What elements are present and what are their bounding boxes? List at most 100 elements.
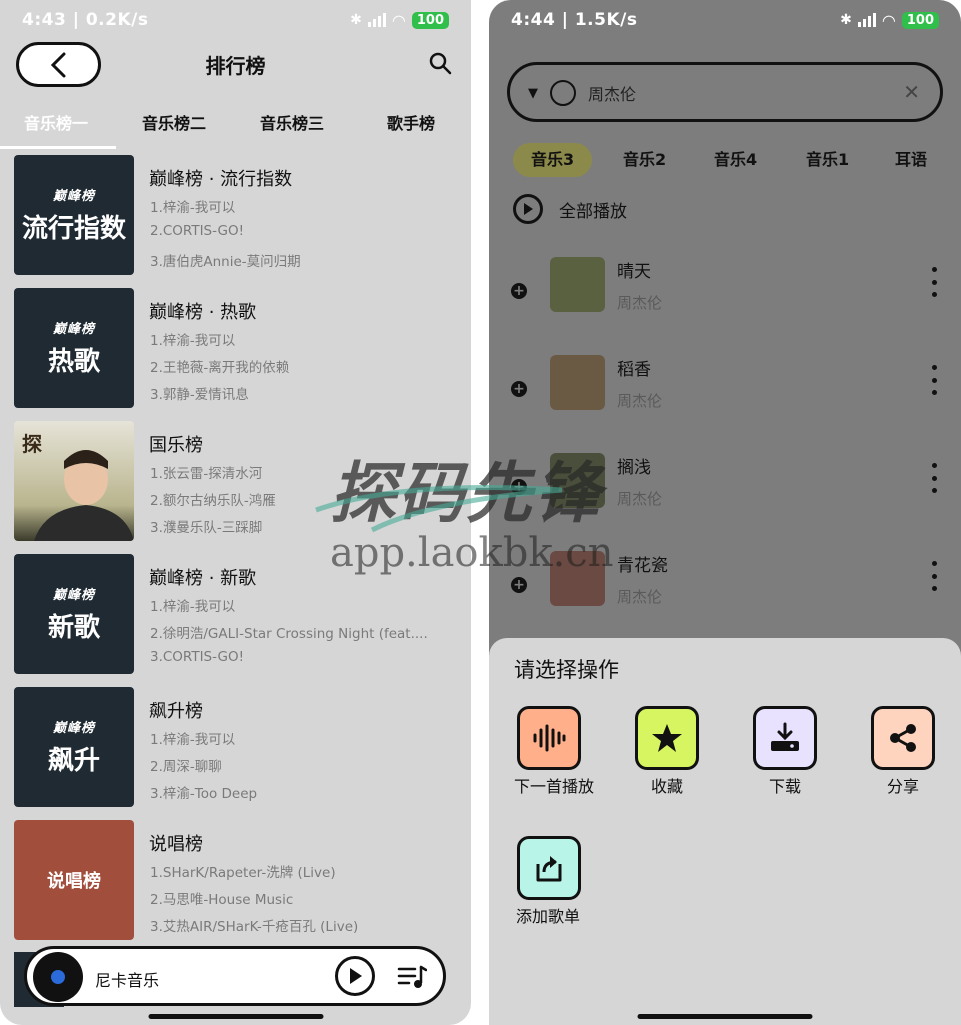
song-title: 稻香 [617,360,651,380]
play-all-button[interactable]: 全部播放 [513,194,627,224]
rank-title: 巅峰榜 · 新歌 [149,568,257,589]
bluetooth-icon: ✱ [350,12,362,28]
waveform-icon [517,706,581,770]
download-icon [753,706,817,770]
rank-song: 1.梓渝-我可以 [150,732,236,748]
tab-chart-1[interactable]: 音乐榜一 [24,110,88,134]
rank-item[interactable]: 巅峰榜 新歌 巅峰榜 · 新歌 1.梓渝-我可以 2.徐明浩/GALI-Star… [14,554,457,676]
op-label: 下载 [769,777,802,796]
song-artist: 周杰伦 [617,490,663,508]
play-circle-icon [513,194,543,224]
star-icon [635,706,699,770]
more-icon[interactable] [931,561,937,591]
play-button[interactable] [335,956,375,996]
tab-source-1[interactable]: 音乐1 [806,143,849,177]
song-title: 青花瓷 [617,556,668,576]
rank-title: 国乐榜 [149,435,203,456]
more-icon[interactable] [931,365,937,395]
clear-icon[interactable]: ✕ [903,80,920,104]
status-bar: 4:43 | 0.2K/s ✱ ◠ 100 [0,0,471,40]
song-item[interactable]: + 晴天 周杰伦 [489,257,961,337]
more-icon[interactable] [931,463,937,493]
rank-item[interactable]: 巅峰榜 飙升 飙升榜 1.梓渝-我可以 2.周深-聊聊 3.梓渝-Too Dee… [14,687,457,809]
song-item[interactable]: + 青花瓷 周杰伦 [489,551,961,631]
tab-source-4[interactable]: 音乐4 [714,143,757,177]
battery-badge: 100 [411,11,449,29]
rank-song: 3.濮曼乐队-三踩脚 [150,520,263,536]
singer-photo-image: 探 [22,432,134,541]
status-icons: ✱ ◠ 100 [840,11,939,30]
add-to-playlist-icon [517,836,581,900]
rank-song: 2.马思唯-House Music [150,892,294,908]
sheet-title: 请选择操作 [514,658,619,682]
rank-cover: 探 [14,421,134,541]
song-artist: 周杰伦 [617,294,663,312]
playlist-icon[interactable] [397,963,427,991]
action-sheet: 请选择操作 下一首播放 收藏 下载 分享 添加歌单 [489,638,961,1025]
wifi-icon: ◠ [881,10,896,30]
rank-song: 2.王艳薇-离开我的依赖 [150,360,290,376]
rank-title: 飙升榜 [149,701,203,722]
tab-source-3[interactable]: 音乐3 [513,143,593,177]
op-label: 添加歌单 [516,907,581,926]
rank-song: 2.CORTIS-GO! [150,223,244,239]
rank-song: 2.周深-聊聊 [150,759,222,775]
dropdown-triangle-icon[interactable]: ▼ [528,86,538,101]
rank-cover: 巅峰榜 飙升 [14,687,134,807]
song-item[interactable]: + 稻香 周杰伦 [489,355,961,435]
rank-cover: 说唱榜 [14,820,134,940]
tab-singer-chart[interactable]: 歌手榜 [387,110,435,134]
search-icon[interactable] [427,50,453,76]
player-track-name: 尼卡音乐 [95,971,160,990]
add-icon[interactable]: + [511,283,527,299]
rank-item[interactable]: 巅峰榜 流行指数 巅峰榜 · 流行指数 1.梓渝-我可以 2.CORTIS-GO… [14,155,457,277]
source-circle-icon [550,80,576,106]
add-icon[interactable]: + [511,577,527,593]
home-indicator [148,1014,323,1019]
status-icons: ✱ ◠ 100 [350,11,449,30]
search-result-screen: 4:44 | 1.5K/s ✱ ◠ 100 ▼ ✕ 音乐3 音乐2 音乐4 音乐… [489,0,961,1025]
rank-song: 3.CORTIS-GO! [150,649,244,665]
home-indicator [637,1014,813,1019]
song-artist: 周杰伦 [617,392,663,410]
song-item[interactable]: + 搁浅 周杰伦 [489,453,961,533]
album-art [550,355,605,410]
rank-song: 3.唐伯虎Annie-莫问归期 [150,254,301,270]
chart-tabs: 音乐榜一 音乐榜二 音乐榜三 歌手榜 [0,104,471,150]
song-title: 晴天 [617,262,651,282]
more-icon[interactable] [931,267,937,297]
rank-item[interactable]: 探 国乐榜 1.张云雷-探清水河 2.额尔古纳乐队-鸿雁 3.濮曼乐队-三踩脚 [14,421,457,543]
op-label: 收藏 [651,777,684,796]
rank-item[interactable]: 说唱榜 说唱榜 1.SHarK/Rapeter-洗牌 (Live) 2.马思唯-… [14,820,457,942]
battery-badge: 100 [901,11,939,29]
rank-song: 3.艾热AIR/SHarK-千疮百孔 (Live) [150,919,359,935]
share-icon [871,706,935,770]
search-input[interactable] [588,79,868,107]
tab-chart-3[interactable]: 音乐榜三 [260,110,324,134]
rank-song: 1.梓渝-我可以 [150,599,236,615]
mini-player[interactable]: 尼卡音乐 [24,946,446,1006]
rank-song: 2.额尔古纳乐队-鸿雁 [150,493,276,509]
op-label: 下一首播放 [514,777,595,796]
page-title: 排行榜 [205,54,266,78]
tab-chart-2[interactable]: 音乐榜二 [142,110,206,134]
ranking-screen: 4:43 | 0.2K/s ✱ ◠ 100 排行榜 音乐榜一 音乐榜二 音乐榜三… [0,0,471,1025]
rank-title: 说唱榜 [149,834,203,855]
rank-song: 1.SHarK/Rapeter-洗牌 (Live) [150,865,336,881]
rank-cover: 巅峰榜 流行指数 [14,155,134,275]
album-art [550,551,605,606]
rank-cover: 巅峰榜 热歌 [14,288,134,408]
album-art [550,453,605,508]
rank-song: 1.张云雷-探清水河 [150,466,263,482]
add-icon[interactable]: + [511,381,527,397]
rank-title: 巅峰榜 · 流行指数 [149,169,293,190]
add-icon[interactable]: + [511,479,527,495]
tab-source-2[interactable]: 音乐2 [623,143,666,177]
signal-icon [367,13,386,27]
rank-song: 3.郭静-爱情讯息 [150,387,249,403]
wifi-icon: ◠ [391,10,406,30]
rank-item[interactable]: 巅峰榜 热歌 巅峰榜 · 热歌 1.梓渝-我可以 2.王艳薇-离开我的依赖 3.… [14,288,457,410]
play-icon [350,968,362,984]
search-bar: ▼ ✕ [507,62,943,122]
tab-whisper[interactable]: 耳语 [895,143,927,177]
